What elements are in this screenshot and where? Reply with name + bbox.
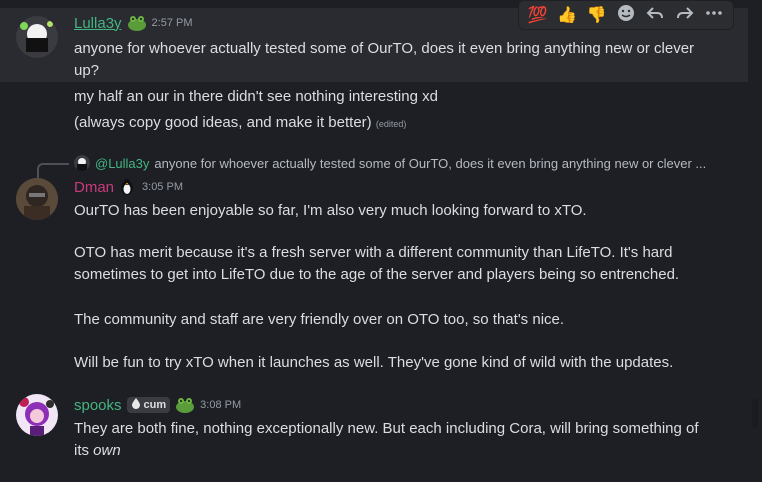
message-text: my half an our in there didn't see nothi…	[74, 88, 438, 105]
role-tag[interactable]: cum	[126, 397, 171, 413]
message-text: its own	[74, 440, 732, 462]
message-header: Dman 3:05 PM	[74, 178, 183, 196]
reply-arrow-icon	[646, 4, 664, 27]
reply-button[interactable]	[643, 3, 667, 27]
edited-label: (edited)	[375, 119, 407, 129]
message-header: spooks cum 3:08 PM	[74, 396, 241, 414]
reaction-100-button[interactable]: 💯	[526, 3, 550, 27]
message-header: Lulla3y 2:57 PM	[74, 14, 193, 32]
message-text-span: (always copy good ideas, and make it bet…	[74, 114, 372, 131]
message-text-span: its	[74, 442, 94, 459]
reply-preview[interactable]: anyone for whoever actually tested some …	[154, 156, 706, 171]
message-text: OurTO has been enjoyable so far, I'm als…	[74, 202, 587, 219]
message-text: (always copy good ideas, and make it bet…	[74, 112, 732, 135]
reaction-thumbsdown-button[interactable]: 👎	[585, 3, 609, 27]
frog-emoji-icon	[127, 14, 147, 32]
timestamp[interactable]: 2:57 PM	[152, 17, 193, 29]
reply-username[interactable]: @Lulla3y	[95, 156, 149, 171]
add-reaction-button[interactable]	[614, 3, 638, 27]
message-text: They are both fine, nothing exceptionall…	[74, 420, 699, 437]
message-text: sometimes to get into LifeTO due to the …	[74, 266, 680, 283]
reply-reference[interactable]: @Lulla3y anyone for whoever actually tes…	[74, 155, 706, 171]
message-text: up?	[74, 62, 100, 79]
droplet-icon	[131, 398, 141, 412]
message-actions-toolbar: 💯 👍 👎	[518, 0, 734, 30]
forward-button[interactable]	[673, 3, 697, 27]
message-text: Will be fun to try xTO when it launches …	[74, 354, 674, 371]
penguin-icon	[119, 178, 137, 196]
message-text: The community and staff are very friendl…	[74, 311, 565, 328]
avatar[interactable]	[16, 16, 58, 58]
ellipsis-icon	[705, 4, 723, 27]
reply-spine	[37, 163, 69, 179]
timestamp[interactable]: 3:05 PM	[142, 181, 183, 193]
forward-arrow-icon	[676, 4, 694, 27]
frog-emoji-icon	[175, 396, 195, 414]
username[interactable]: spooks	[74, 397, 122, 414]
username[interactable]: Dman	[74, 179, 114, 196]
message-text: OTO has merit because it's a fresh serve…	[74, 244, 673, 261]
avatar[interactable]	[16, 394, 58, 436]
reply-avatar	[74, 155, 90, 171]
more-options-button[interactable]	[702, 3, 726, 27]
username[interactable]: Lulla3y	[74, 15, 122, 32]
scrollbar-thumb[interactable]	[752, 398, 758, 428]
role-tag-label: cum	[143, 399, 167, 411]
reaction-thumbsup-button[interactable]: 👍	[555, 3, 579, 27]
avatar[interactable]	[16, 178, 58, 220]
timestamp[interactable]: 3:08 PM	[200, 399, 241, 411]
message-text: anyone for whoever actually tested some …	[74, 40, 695, 57]
smiley-icon	[617, 4, 635, 27]
message-text-italic: own	[93, 442, 121, 459]
